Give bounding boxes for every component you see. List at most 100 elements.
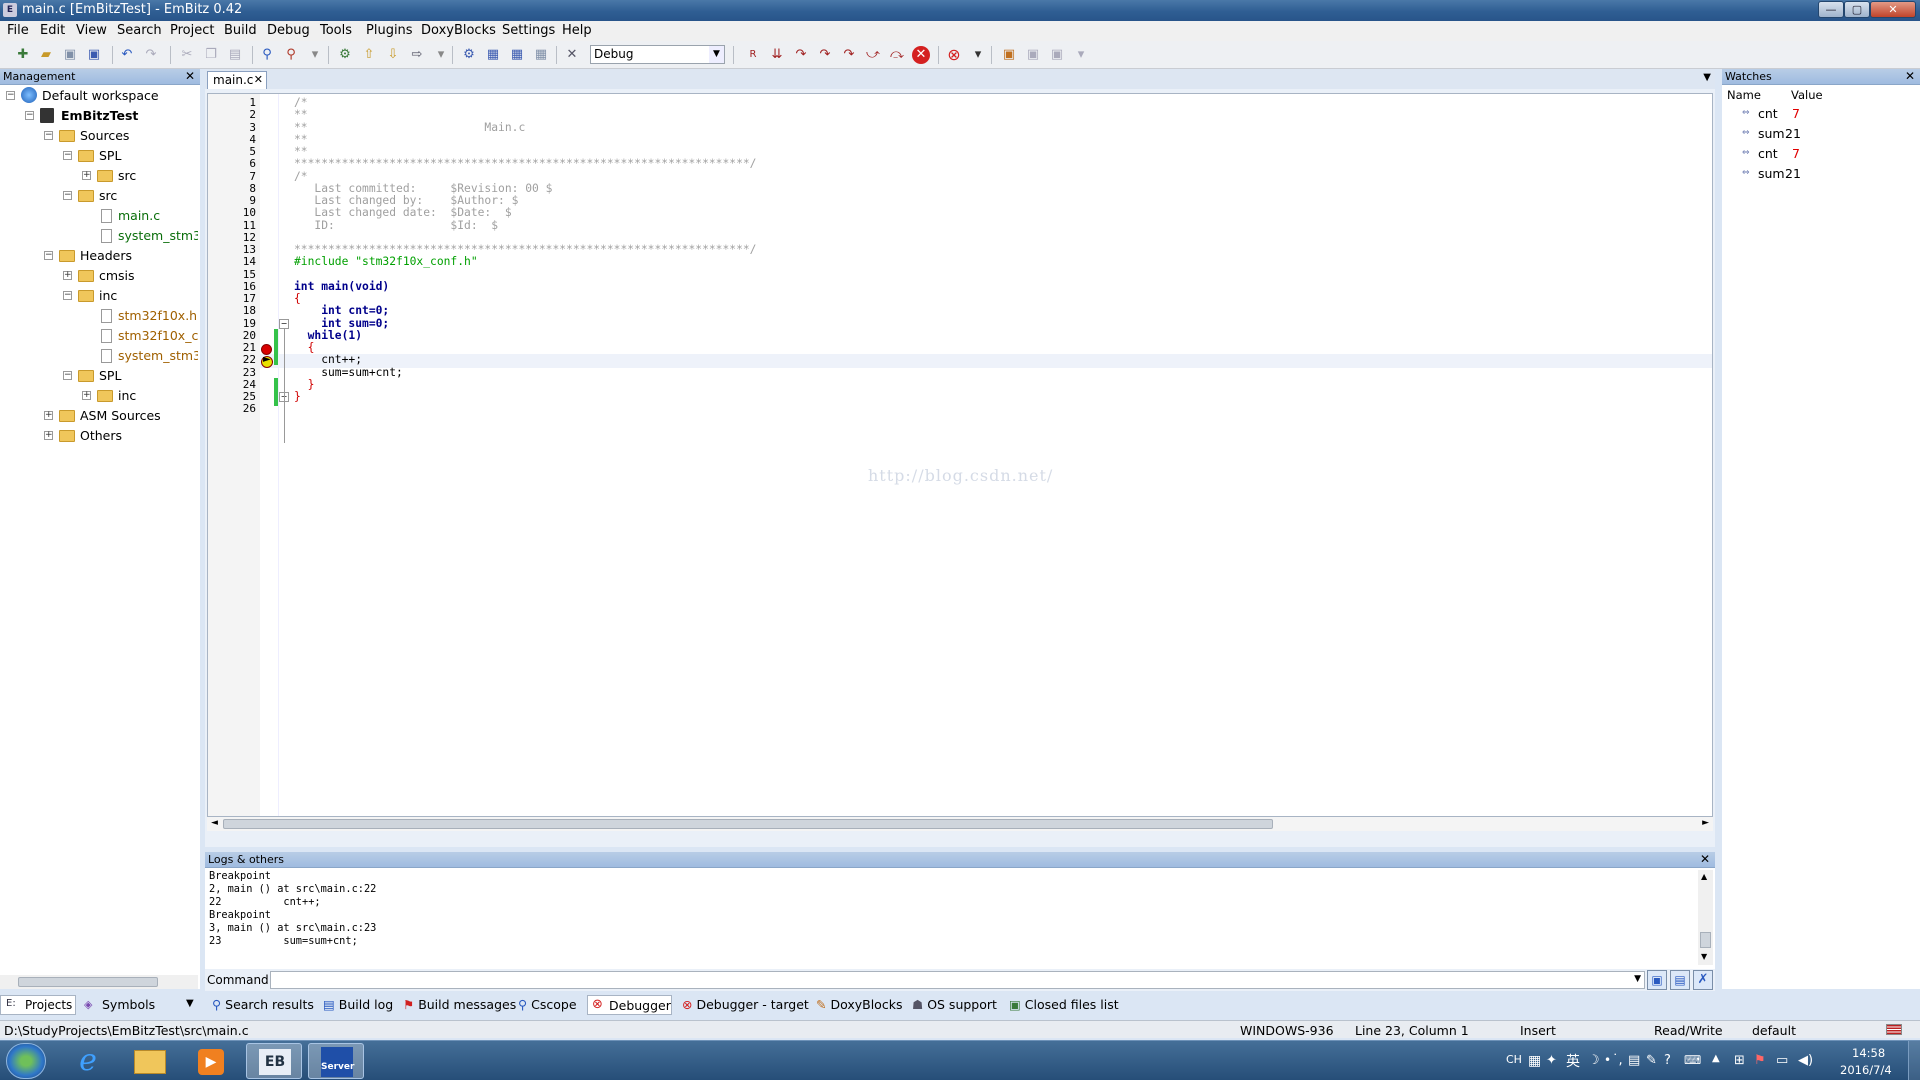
- remove-breakpoints-icon[interactable]: ⊗: [945, 46, 963, 64]
- editor-hscroll[interactable]: ◄ ►: [207, 817, 1713, 831]
- network-icon[interactable]: ▭: [1776, 1053, 1788, 1068]
- ime-icon[interactable]: ▦: [1528, 1053, 1541, 1069]
- clear-icon[interactable]: ✗: [1693, 970, 1713, 990]
- command-input[interactable]: ▼: [270, 971, 1645, 989]
- close-tab-icon[interactable]: ✕: [254, 72, 263, 88]
- show-hidden-icons-icon[interactable]: ▲: [1712, 1053, 1720, 1064]
- tab-main-c[interactable]: main.c ✕: [207, 71, 267, 89]
- expand-icon[interactable]: +: [44, 411, 53, 420]
- replace-icon[interactable]: ⚲: [282, 46, 300, 64]
- toolbar-dropdown-icon[interactable]: ▾: [432, 46, 450, 64]
- menu-help[interactable]: Help: [562, 23, 592, 38]
- tab-build-log[interactable]: ▤ Build log: [323, 997, 393, 1012]
- menu-file[interactable]: File: [7, 23, 29, 38]
- punct-icon[interactable]: ˙,: [1612, 1053, 1623, 1068]
- minimize-button[interactable]: —: [1818, 1, 1844, 18]
- fold-toggle-icon[interactable]: −: [279, 319, 289, 329]
- ie-icon[interactable]: e: [60, 1043, 116, 1079]
- column-value[interactable]: Value: [1791, 88, 1823, 102]
- soft-keyboard-icon[interactable]: ▤: [1628, 1053, 1640, 1068]
- collapse-icon[interactable]: −: [25, 111, 34, 120]
- tray-clock-time[interactable]: 14:58: [1852, 1046, 1885, 1060]
- reset-icon[interactable]: R: [744, 46, 762, 64]
- scroll-left-icon[interactable]: ◄: [211, 818, 218, 828]
- load-script-icon[interactable]: ▤: [1670, 970, 1690, 990]
- expand-icon[interactable]: +: [82, 171, 91, 180]
- run-to-cursor-icon[interactable]: ⤼: [888, 46, 906, 64]
- stop-debug-icon[interactable]: ✕: [912, 46, 930, 64]
- redo-icon[interactable]: ↷: [142, 46, 160, 64]
- media-player-icon[interactable]: ▶: [184, 1043, 240, 1079]
- close-button[interactable]: ✕: [1870, 1, 1916, 18]
- options-icon[interactable]: ▦: [532, 46, 550, 64]
- step-over-icon[interactable]: ↷: [792, 46, 810, 64]
- calendar-icon[interactable]: ▦: [484, 46, 502, 64]
- help-icon[interactable]: ?: [1664, 1053, 1671, 1068]
- send-command-icon[interactable]: ▣: [1647, 970, 1667, 990]
- maximize-button[interactable]: ▢: [1844, 1, 1870, 18]
- tab-search-results[interactable]: ⚲ Search results: [212, 997, 314, 1012]
- menu-debug[interactable]: Debug: [267, 23, 310, 38]
- tab-os-support[interactable]: ☗ OS support: [912, 997, 997, 1012]
- build-run-icon[interactable]: ⇩: [384, 46, 402, 64]
- menu-plugins[interactable]: Plugins: [366, 23, 413, 38]
- window-icon[interactable]: ▦: [508, 46, 526, 64]
- tab-doxyblocks[interactable]: ✎ DoxyBlocks: [816, 997, 902, 1012]
- cut-icon[interactable]: ✂: [178, 46, 196, 64]
- jlink-server-taskbar-icon[interactable]: Server: [308, 1043, 364, 1079]
- collapse-icon[interactable]: −: [63, 191, 72, 200]
- chevron-down-icon[interactable]: ▼: [1634, 974, 1641, 984]
- rebuild-icon[interactable]: ⇨: [408, 46, 426, 64]
- expand-icon[interactable]: +: [82, 391, 91, 400]
- collapse-icon[interactable]: −: [63, 151, 72, 160]
- run-icon[interactable]: ⇧: [360, 46, 378, 64]
- tree-hscroll[interactable]: [0, 975, 198, 989]
- menu-edit[interactable]: Edit: [40, 23, 65, 38]
- debug-misc-icon[interactable]: ▣: [1048, 46, 1066, 64]
- collapse-icon[interactable]: −: [6, 91, 15, 100]
- scroll-thumb[interactable]: [1700, 932, 1711, 948]
- doc-icon[interactable]: ⚙: [460, 46, 478, 64]
- toolbar-dropdown-icon[interactable]: ▾: [969, 46, 987, 64]
- embitz-taskbar-icon[interactable]: EB: [246, 1043, 302, 1079]
- scroll-up-icon[interactable]: ▲: [1701, 872, 1707, 881]
- tab-cscope[interactable]: ⚲ Cscope: [518, 997, 577, 1012]
- close-icon[interactable]: ✕: [185, 69, 195, 84]
- tab-projects[interactable]: E: Projects: [0, 995, 76, 1015]
- save-icon[interactable]: ▣: [61, 46, 79, 64]
- next-instruction-icon[interactable]: ⤻: [864, 46, 882, 64]
- paste-icon[interactable]: ▤: [226, 46, 244, 64]
- start-button-icon[interactable]: [6, 1043, 46, 1079]
- tab-list-dropdown-icon[interactable]: ▼: [1703, 72, 1711, 83]
- build-icon[interactable]: ⚙: [336, 46, 354, 64]
- log-vscroll[interactable]: ▲ ▼: [1698, 870, 1713, 965]
- collapse-icon[interactable]: −: [44, 251, 53, 260]
- menu-view[interactable]: View: [76, 23, 107, 38]
- scroll-thumb[interactable]: [223, 819, 1273, 829]
- breakpoint-arrow-icon[interactable]: ►: [261, 354, 273, 368]
- menu-project[interactable]: Project: [170, 23, 214, 38]
- scroll-thumb[interactable]: [18, 977, 158, 987]
- tray-lang[interactable]: CH: [1506, 1053, 1522, 1066]
- menu-build[interactable]: Build: [224, 23, 257, 38]
- find-icon[interactable]: ⚲: [258, 46, 276, 64]
- expand-icon[interactable]: +: [44, 431, 53, 440]
- show-desktop-button[interactable]: [1908, 1041, 1920, 1080]
- code-editor[interactable]: 1 2 3 4 5 6 7 8 9 10 11 12 13 14 15 16 17 18 19 20 21 22 23 24 2…: [207, 93, 1713, 817]
- step-into-icon[interactable]: ↷: [816, 46, 834, 64]
- tray-clock-date[interactable]: 2016/7/4: [1840, 1063, 1892, 1077]
- ime-settings-icon[interactable]: ✦: [1546, 1053, 1557, 1068]
- save-all-icon[interactable]: ▣: [85, 46, 103, 64]
- tab-debugger-target[interactable]: ⊗ Debugger - target: [682, 997, 809, 1012]
- menu-settings[interactable]: Settings: [502, 23, 555, 38]
- debug-info-icon[interactable]: ▣: [1024, 46, 1042, 64]
- menu-search[interactable]: Search: [117, 23, 162, 38]
- column-name[interactable]: Name: [1727, 88, 1761, 102]
- collapse-icon[interactable]: −: [63, 291, 72, 300]
- copy-icon[interactable]: ❐: [202, 46, 220, 64]
- new-file-icon[interactable]: ✚: [14, 46, 32, 64]
- chevron-down-icon[interactable]: ▼: [186, 998, 194, 1009]
- tools-icon[interactable]: ✕: [563, 46, 581, 64]
- dot-icon[interactable]: •: [1604, 1053, 1611, 1067]
- undo-icon[interactable]: ↶: [118, 46, 136, 64]
